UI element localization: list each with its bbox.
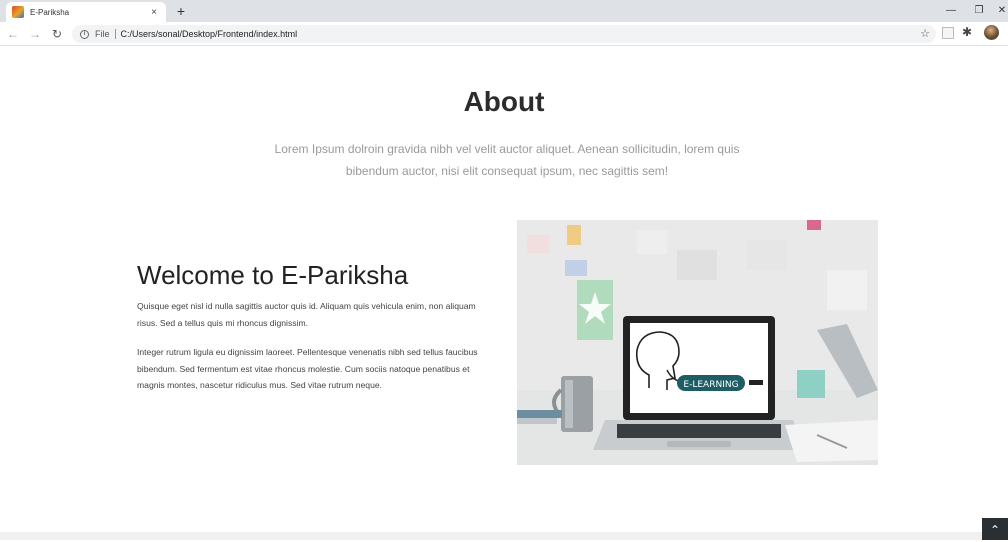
url-text: C:/Users/sonal/Desktop/Frontend/index.ht… — [120, 29, 298, 39]
welcome-paragraph-2: Integer rutrum ligula eu dignissim laore… — [137, 347, 478, 390]
puzzle-icon[interactable]: ✱ — [962, 25, 972, 39]
maximize-icon[interactable]: ❐ — [970, 2, 988, 20]
e-learning-badge-text: E-LEARNING — [683, 380, 738, 390]
tab-title: E-Pariksha — [30, 7, 70, 17]
url-scheme: File — [95, 29, 110, 39]
address-bar: ← → ↻ i File C:/Users/sonal/Desktop/Fron… — [0, 22, 1008, 46]
info-icon[interactable]: i — [80, 29, 89, 39]
welcome-title: Welcome to E-Pariksha — [137, 260, 409, 290]
extension-icon[interactable] — [942, 27, 954, 39]
reload-icon[interactable]: ↻ — [48, 25, 66, 43]
e-learning-image: E-LEARNING — [517, 220, 878, 465]
scroll-to-top-button[interactable]: ⌃ — [982, 518, 1008, 540]
welcome-paragraph-1: Quisque eget nisl id nulla sagittis auct… — [137, 301, 476, 328]
minimize-icon[interactable]: — — [942, 2, 960, 20]
tab-bar: E-Pariksha × + — ❐ ✕ — [0, 0, 1008, 22]
about-title: About — [463, 86, 545, 117]
avatar[interactable] — [984, 25, 999, 40]
close-icon[interactable]: × — [148, 7, 160, 18]
page-content: About Lorem Ipsum dolroin gravida nibh v… — [0, 46, 1008, 540]
forward-arrow-icon[interactable]: → — [26, 25, 44, 43]
e-learning-illustration: E-LEARNING — [517, 220, 878, 465]
url-input[interactable]: i File C:/Users/sonal/Desktop/Frontend/i… — [72, 25, 936, 43]
about-description: Lorem Ipsum dolroin gravida nibh vel vel… — [274, 142, 740, 178]
window-close-icon[interactable]: ✕ — [996, 2, 1008, 20]
chevron-up-icon: ⌃ — [989, 523, 1001, 537]
star-icon[interactable]: ☆ — [920, 27, 930, 40]
footer-strip — [0, 532, 1008, 540]
browser-tab[interactable]: E-Pariksha × — [6, 2, 166, 22]
plus-icon[interactable]: + — [172, 2, 190, 20]
back-arrow-icon[interactable]: ← — [4, 25, 22, 43]
url-divider — [114, 29, 116, 39]
favicon — [12, 6, 24, 18]
